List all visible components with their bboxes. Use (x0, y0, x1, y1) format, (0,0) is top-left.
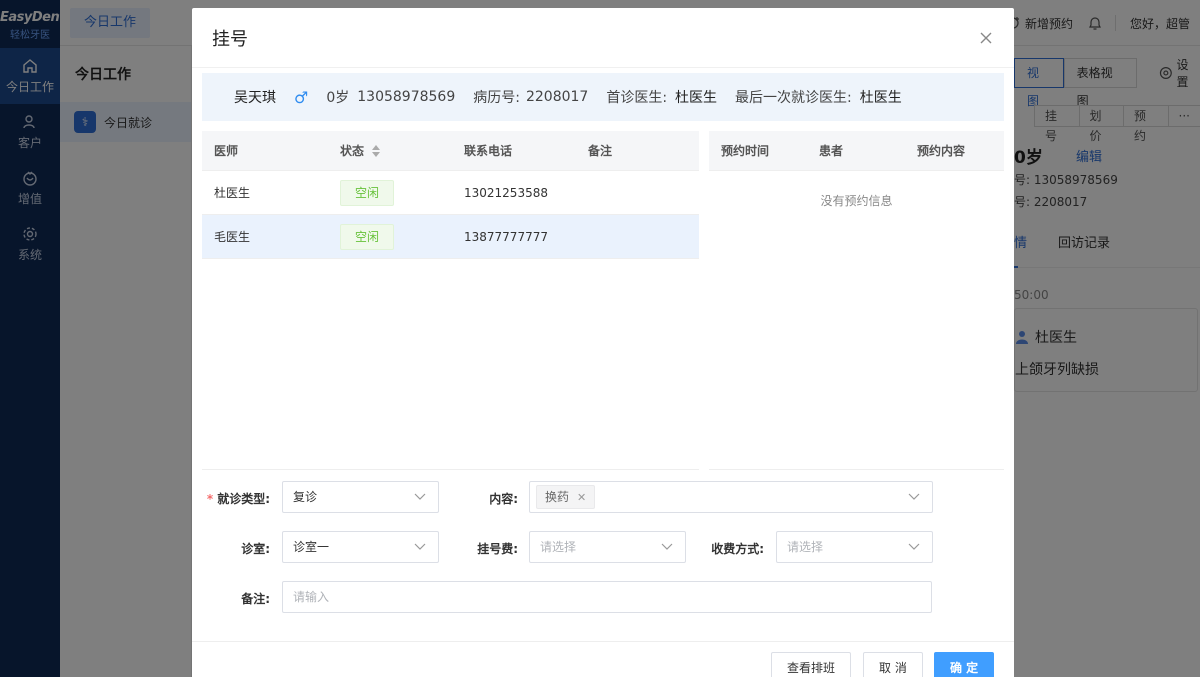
status-badge: 空闲 (340, 223, 394, 250)
visit-type-select[interactable]: 复诊 (282, 481, 439, 513)
fee-placeholder: 请选择 (540, 540, 577, 554)
header-doctor: 医师 (214, 144, 239, 158)
table-header: 预约时间 患者 预约内容 (709, 131, 1004, 171)
fee-label: 挂号费: (477, 542, 518, 556)
status-badge: 空闲 (340, 179, 394, 206)
header-appointment-content: 预约内容 (917, 144, 966, 158)
chevron-down-icon (414, 543, 426, 550)
note-input[interactable]: 请输入 (282, 581, 932, 613)
dialog-title: 挂号 (212, 28, 248, 50)
cell-status: 空闲 (328, 223, 452, 250)
male-icon: ♂ (294, 87, 309, 107)
last-doctor: 杜医生 (859, 90, 902, 106)
record-label: 病历号: (473, 90, 520, 106)
header-patient: 患者 (819, 144, 844, 158)
table-row[interactable]: 毛医生 空闲 13877777777 (202, 215, 699, 259)
registration-dialog: 挂号 吴天琪 ♂ 0岁 13058978569 病历号: 2208017 首诊医… (192, 8, 1014, 677)
room-value: 诊室一 (293, 540, 330, 554)
divider (202, 469, 699, 470)
content-tag-label: 换药 (545, 490, 570, 504)
header-note: 备注 (588, 144, 613, 158)
empty-state: 没有预约信息 (820, 194, 893, 208)
payment-method-select[interactable]: 请选择 (776, 531, 933, 563)
header-phone: 联系电话 (464, 144, 513, 158)
table-row[interactable]: 杜医生 空闲 13021253588 (202, 171, 699, 215)
chevron-down-icon (908, 493, 920, 500)
record-number: 2208017 (525, 89, 589, 105)
table-header: 医师 状态 联系电话 备注 (202, 131, 699, 171)
content-label: 内容: (489, 492, 518, 506)
appointment-table: 预约时间 患者 预约内容 没有预约信息 (709, 131, 1004, 231)
first-doctor-label: 首诊医生: (606, 90, 668, 106)
cell-doctor: 毛医生 (214, 230, 251, 244)
patient-age: 0岁 (326, 90, 350, 106)
chevron-down-icon (414, 493, 426, 500)
cancel-button[interactable]: 取 消 (863, 652, 923, 677)
header-appointment-time: 预约时间 (721, 144, 770, 158)
close-icon[interactable] (978, 30, 994, 46)
patient-info-bar: 吴天琪 ♂ 0岁 13058978569 病历号: 2208017 首诊医生: … (202, 73, 1004, 121)
fee-select[interactable]: 请选择 (529, 531, 686, 563)
visit-type-label: * 就诊类型: (206, 492, 270, 506)
note-placeholder: 请输入 (293, 590, 330, 604)
note-label: 备注: (241, 592, 270, 606)
room-label: 诊室: (241, 542, 270, 556)
header-status[interactable]: 状态 (328, 142, 452, 159)
confirm-button[interactable]: 确 定 (934, 652, 995, 677)
cell-doctor: 杜医生 (214, 186, 251, 200)
divider (709, 469, 1004, 470)
room-select[interactable]: 诊室一 (282, 531, 439, 563)
payment-method-placeholder: 请选择 (787, 540, 824, 554)
cell-phone: 13877777777 (464, 229, 548, 244)
doctor-table: 医师 状态 联系电话 备注 杜医生 空闲 13021253588 毛医生 空闲 … (202, 131, 699, 259)
last-doctor-label: 最后一次就诊医生: (735, 90, 852, 106)
sort-icon[interactable] (372, 144, 381, 157)
visit-type-value: 复诊 (293, 490, 318, 504)
header-status-label: 状态 (340, 144, 365, 158)
content-select[interactable]: 换药 ✕ (529, 481, 933, 513)
dialog-header: 挂号 (192, 8, 1014, 68)
visit-type-label-text: 就诊类型: (217, 492, 270, 506)
first-doctor: 杜医生 (675, 90, 718, 106)
payment-method-label: 收费方式: (711, 542, 764, 556)
content-tag: 换药 ✕ (536, 485, 596, 509)
remove-tag-icon[interactable]: ✕ (577, 491, 586, 504)
patient-phone: 13058978569 (357, 89, 456, 105)
patient-name: 吴天琪 (234, 90, 276, 106)
divider (192, 641, 1014, 642)
cell-phone: 13021253588 (464, 185, 548, 200)
chevron-down-icon (661, 543, 673, 550)
cell-status: 空闲 (328, 179, 452, 206)
chevron-down-icon (908, 543, 920, 550)
view-schedule-button[interactable]: 查看排班 (771, 652, 852, 677)
